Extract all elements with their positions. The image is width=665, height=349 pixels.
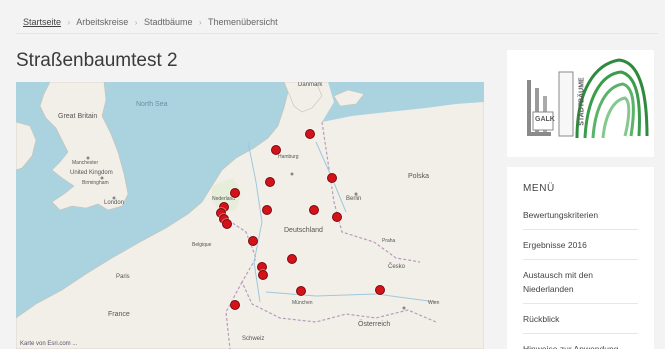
label-manchester: Manchester [72, 160, 98, 166]
tree-marker[interactable] [327, 173, 337, 183]
label-france: France [108, 311, 130, 318]
breadcrumb-current: Themenübersicht [208, 17, 278, 27]
breadcrumb-stadtbaeume[interactable]: Stadtbäume [144, 17, 193, 27]
label-cesko: Česko [388, 263, 406, 270]
label-uk: United Kingdom [70, 170, 113, 176]
breadcrumb-separator: › [67, 18, 71, 27]
tree-marker[interactable] [287, 254, 297, 264]
label-belgium: Belgique [192, 242, 212, 248]
menu-item-austausch-niederlande[interactable]: Austausch mit den Niederlanden [523, 260, 638, 304]
menu-heading: MENÜ [523, 183, 555, 194]
divider [16, 33, 658, 34]
label-austria: Österreich [358, 320, 390, 328]
label-hamburg: Hamburg [278, 154, 299, 160]
label-muenchen: München [292, 300, 313, 306]
breadcrumb-separator: › [199, 18, 202, 27]
tree-marker[interactable] [258, 270, 268, 280]
label-london: London [104, 200, 124, 206]
logo-stadtbaeume-text: STADTBÄUME [578, 77, 586, 126]
page-title: Straßenbaumtest 2 [16, 50, 178, 71]
menu-item-hinweise-anwendung[interactable]: Hinweise zur Anwendung [523, 334, 638, 349]
menu-item-ergebnisse-2016[interactable]: Ergebnisse 2016 [523, 230, 638, 260]
tree-marker[interactable] [262, 205, 272, 215]
label-poland: Polska [408, 173, 429, 180]
sidebar-menu: MENÜ Bewertungskriterien Ergebnisse 2016… [507, 167, 654, 349]
tree-marker[interactable] [230, 188, 240, 198]
tree-marker[interactable] [296, 286, 306, 296]
tree-marker[interactable] [332, 212, 342, 222]
tree-marker[interactable] [305, 129, 315, 139]
label-wien: Wien [428, 300, 440, 306]
breadcrumb-home-link[interactable]: Startseite [23, 17, 61, 27]
label-denmark: Danmark [298, 82, 323, 88]
label-birmingham: Birmingham [82, 180, 109, 186]
map-credit: Karte von Esri.com ... [20, 341, 78, 347]
menu-item-bewertungskriterien[interactable]: Bewertungskriterien [523, 200, 638, 230]
tree-marker[interactable] [230, 300, 240, 310]
label-germany: Deutschland [284, 227, 323, 234]
galk-logo[interactable]: GALK STADTBÄUME [507, 50, 654, 157]
label-great-britain: Great Britain [58, 113, 97, 120]
tree-marker[interactable] [309, 205, 319, 215]
tree-marker[interactable] [271, 145, 281, 155]
tree-marker[interactable] [248, 236, 258, 246]
tree-map[interactable]: North Sea Great Britain United Kingdom M… [16, 82, 484, 349]
label-prague: Praha [382, 238, 396, 244]
breadcrumb-arbeitskreise[interactable]: Arbeitskreise [76, 17, 128, 27]
label-north-sea: North Sea [136, 101, 168, 108]
breadcrumb-separator: › [134, 18, 138, 27]
tree-marker[interactable] [222, 219, 232, 229]
label-paris: Paris [116, 274, 130, 280]
tree-marker[interactable] [265, 177, 275, 187]
label-schweiz: Schweiz [242, 336, 264, 342]
breadcrumb: Startseite › Arbeitskreise › Stadtbäume … [23, 17, 278, 27]
tree-marker[interactable] [375, 285, 385, 295]
map-base: North Sea Great Britain United Kingdom M… [16, 82, 484, 349]
label-berlin: Berlin [346, 196, 361, 202]
menu-item-rueckblick[interactable]: Rückblick [523, 304, 638, 334]
logo-galk-text: GALK [535, 116, 555, 123]
